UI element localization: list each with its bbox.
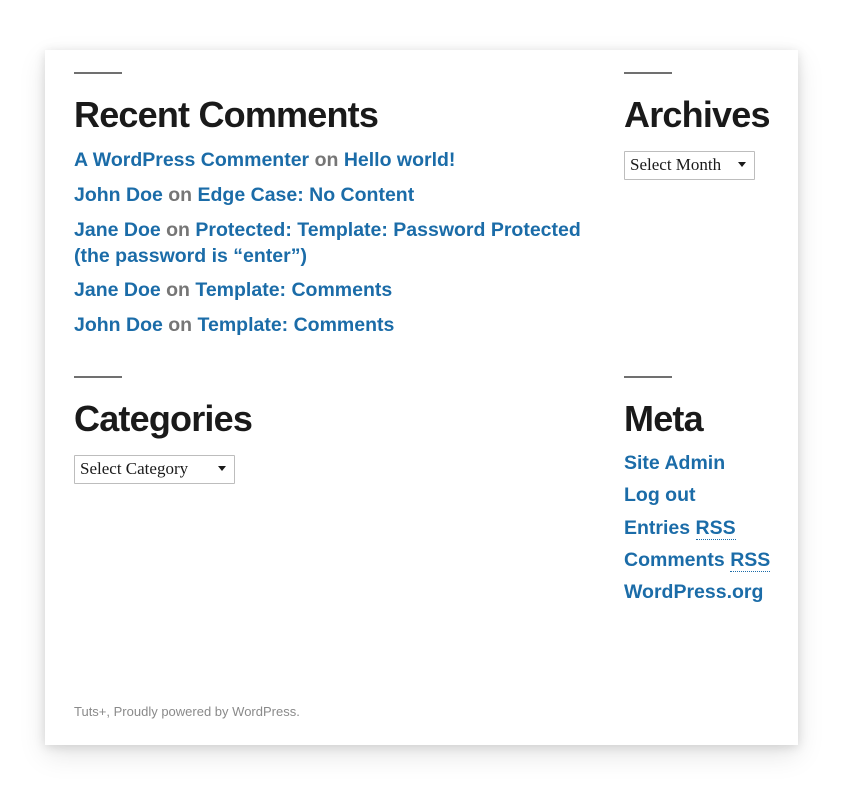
widget-archives: Archives Select Month xyxy=(624,72,789,181)
meta-link-site-admin[interactable]: Site Admin xyxy=(624,452,725,474)
list-item: Log out xyxy=(624,484,789,507)
footer-widget-card: Recent Comments A WordPress Commenter on… xyxy=(45,50,798,745)
footer-wordpress-link[interactable]: WordPress xyxy=(232,704,296,719)
widget-meta: Meta Site Admin Log out Entries RSS Comm… xyxy=(624,376,789,605)
meta-link-log-out[interactable]: Log out xyxy=(624,484,695,506)
meta-link-comments-rss[interactable]: Comments RSS xyxy=(624,548,771,572)
widget-rule xyxy=(74,72,122,74)
archives-select-wrapper: Select Month xyxy=(624,148,755,181)
list-item: Jane Doe on Template: Comments xyxy=(74,278,594,304)
widget-title-categories: Categories xyxy=(74,398,253,439)
comment-separator: on xyxy=(162,183,198,206)
comment-separator: on xyxy=(160,218,196,241)
list-item: Comments RSS xyxy=(624,548,789,572)
comment-author-link[interactable]: A WordPress Commenter xyxy=(74,149,309,171)
list-item: Site Admin xyxy=(624,452,789,475)
meta-link-wordpress-org[interactable]: WordPress.org xyxy=(624,581,763,603)
comment-author-link[interactable]: John Doe xyxy=(74,184,163,206)
meta-links-list: Site Admin Log out Entries RSS Comments … xyxy=(624,452,789,605)
categories-select-wrapper: Select Category xyxy=(74,452,235,485)
rss-abbr: RSS xyxy=(730,548,771,572)
list-item: A WordPress Commenter on Hello world! xyxy=(74,148,594,174)
widget-title-recent-comments: Recent Comments xyxy=(74,94,379,135)
comment-post-link[interactable]: Template: Comments xyxy=(198,314,395,336)
archives-dropdown[interactable]: Select Month xyxy=(624,150,755,181)
meta-link-label: WordPress.org xyxy=(624,581,764,604)
footer-site-name: Tuts+ xyxy=(74,704,107,720)
comment-separator: on xyxy=(162,314,198,337)
comment-separator: on xyxy=(309,148,344,171)
comment-author-link[interactable]: Jane Doe xyxy=(74,219,161,241)
rss-abbr: RSS xyxy=(695,516,736,540)
categories-dropdown[interactable]: Select Category xyxy=(74,454,235,485)
list-item: John Doe on Edge Case: No Content xyxy=(74,183,594,209)
page-root: Recent Comments A WordPress Commenter on… xyxy=(0,0,850,797)
widget-title-archives: Archives xyxy=(624,94,770,135)
list-item: Entries RSS xyxy=(624,516,789,540)
list-item: WordPress.org xyxy=(624,581,789,604)
comment-separator: on xyxy=(160,279,196,302)
meta-link-label: Site Admin xyxy=(624,451,726,474)
comment-author-link[interactable]: John Doe xyxy=(74,314,163,336)
widget-rule xyxy=(624,72,672,74)
comment-post-link[interactable]: Edge Case: No Content xyxy=(198,184,415,206)
comment-post-link[interactable]: Template: Comments xyxy=(195,279,392,301)
widget-rule xyxy=(74,376,122,378)
meta-link-label: Entries xyxy=(624,516,696,539)
widget-title-meta: Meta xyxy=(624,398,704,439)
comment-post-link[interactable]: Hello world! xyxy=(344,149,456,171)
meta-link-label: Comments xyxy=(624,548,731,571)
list-item: Jane Doe on Protected: Template: Passwor… xyxy=(74,218,594,270)
meta-link-label: Log out xyxy=(624,484,696,507)
meta-link-entries-rss[interactable]: Entries RSS xyxy=(624,516,736,540)
widget-rule xyxy=(624,376,672,378)
footer-separator: , xyxy=(106,704,114,720)
comment-author-link[interactable]: Jane Doe xyxy=(74,279,161,301)
widget-recent-comments: Recent Comments A WordPress Commenter on… xyxy=(74,72,594,339)
list-item: John Doe on Template: Comments xyxy=(74,313,594,339)
site-footer: Tuts+, Proudly powered by WordPress. xyxy=(74,702,300,723)
footer-credit-prefix: Proudly powered by xyxy=(113,704,233,720)
footer-credit-suffix: . xyxy=(296,704,300,720)
widget-categories: Categories Select Category xyxy=(74,376,394,485)
recent-comments-list: A WordPress Commenter on Hello world! Jo… xyxy=(74,148,594,340)
